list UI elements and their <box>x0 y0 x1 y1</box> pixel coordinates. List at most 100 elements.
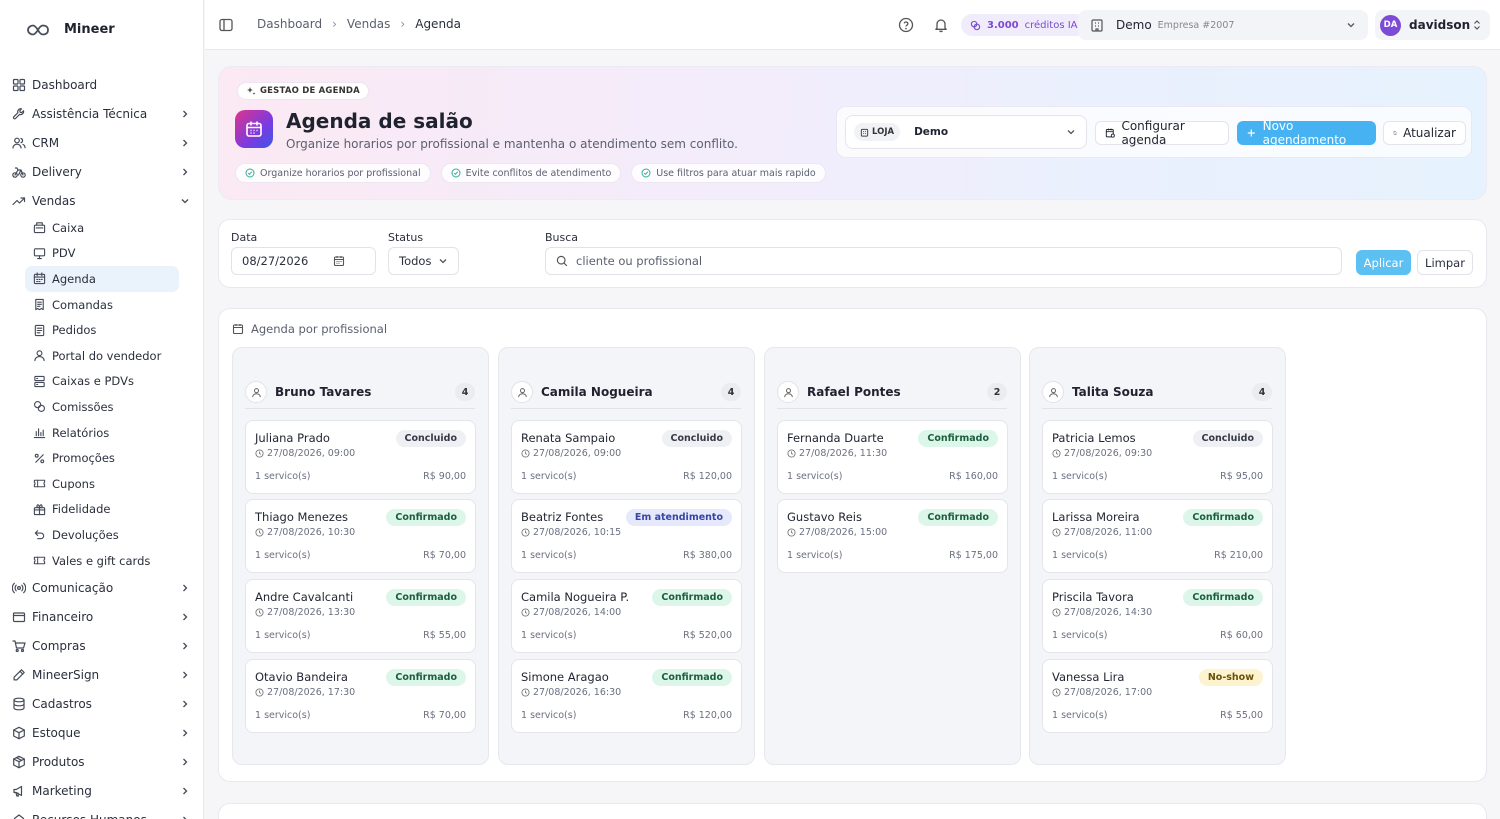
sidebar-nav: Dashboard Assistência Técnica CRM Delivery V… <box>0 70 203 819</box>
status-badge: Confirmado <box>1183 589 1263 606</box>
clear-button[interactable]: Limpar <box>1417 250 1473 275</box>
appointment-card[interactable]: Juliana Prado Concluido 27/08/2026, 09:00 1… <box>245 420 476 494</box>
bell-icon[interactable] <box>933 17 949 33</box>
sidebar-subitem-devolucoes[interactable]: Devoluções <box>25 522 179 548</box>
cart-icon <box>12 640 26 652</box>
status-badge: Confirmado <box>1183 509 1263 526</box>
sidebar-subitem-label: Promoções <box>52 451 115 466</box>
sidebar-item-financeiro[interactable]: Financeiro <box>0 602 203 631</box>
breadcrumb-dashboard[interactable]: Dashboard <box>257 17 322 31</box>
appointment-card[interactable]: Simone Aragao Confirmado 27/08/2026, 16:30… <box>511 659 742 733</box>
search-input[interactable]: cliente ou profissional <box>545 247 1342 275</box>
sidebar-item-label: Recursos Humanos <box>32 813 180 819</box>
sidebar-subitem-vales-e-gift-cards[interactable]: Vales e gift cards <box>25 548 179 574</box>
status-select[interactable]: Todos <box>388 247 459 275</box>
appointment-price: R$ 160,00 <box>949 471 998 482</box>
user-icon <box>34 350 45 362</box>
sidebar-item-crm[interactable]: CRM <box>0 128 203 157</box>
credits-label: créditos IA <box>1024 19 1078 31</box>
user-icon <box>517 387 527 397</box>
clock-icon <box>255 528 264 537</box>
ai-credits-badge[interactable]: 3.000 créditos IA <box>961 14 1087 36</box>
new-appointment-button[interactable]: Novo agendamento <box>1237 119 1376 147</box>
sidebar-subitem-comissoes[interactable]: Comissões <box>25 394 179 420</box>
brand[interactable]: Mineer <box>26 22 115 37</box>
appointment-card[interactable]: Camila Nogueira P. Confirmado 27/08/2026, … <box>511 579 742 653</box>
apply-button[interactable]: Aplicar <box>1356 250 1411 275</box>
sidebar-subitem-label: Caixas e PDVs <box>52 374 134 389</box>
appointment-price: R$ 55,00 <box>423 630 466 641</box>
sidebar-item-vendas[interactable]: Vendas <box>0 186 203 215</box>
appointment-card[interactable]: Patricia Lemos Concluido 27/08/2026, 09:30… <box>1042 420 1273 494</box>
sidebar-item-marketing[interactable]: Marketing <box>0 776 203 805</box>
sidebar-item-mineersign[interactable]: MineerSign <box>0 660 203 689</box>
appointment-card[interactable]: Renata Sampaio Concluido 27/08/2026, 09:00… <box>511 420 742 494</box>
sidebar-subitem-pdv[interactable]: PDV <box>25 241 179 267</box>
appointment-card[interactable]: Vanessa Lira No-show 27/08/2026, 17:00 1 se… <box>1042 659 1273 733</box>
sidebar-subitem-caixas-e-pdvs[interactable]: Caixas e PDVs <box>25 369 179 395</box>
file-list-icon <box>34 324 45 336</box>
sidebar-subitem-pedidos[interactable]: Pedidos <box>25 317 179 343</box>
professional-name: Rafael Pontes <box>807 385 901 399</box>
chevron-down-icon <box>1067 130 1075 135</box>
appointment-card[interactable]: Otavio Bandeira Confirmado 27/08/2026, 17:… <box>245 659 476 733</box>
services-count: 1 servico(s) <box>787 471 843 482</box>
calendar-icon <box>33 272 46 285</box>
breadcrumb-vendas[interactable]: Vendas <box>347 17 391 31</box>
sidebar-subitem-caixa[interactable]: Caixa <box>25 215 179 241</box>
sidebar-item-comunicacao[interactable]: Comunicação <box>0 573 203 602</box>
appointment-card[interactable]: Beatriz Fontes Em atendimento 27/08/2026, … <box>511 499 742 573</box>
appointment-card[interactable]: Thiago Menezes Confirmado 27/08/2026, 10:3… <box>245 499 476 573</box>
appointment-time: 27/08/2026, 10:30 <box>255 527 355 538</box>
sidebar-subitem-relatorios[interactable]: Relatórios <box>25 420 179 446</box>
refresh-icon <box>1393 131 1397 135</box>
help-icon[interactable] <box>898 17 914 33</box>
sidebar-item-recursos-humanos[interactable]: Recursos Humanos <box>0 805 203 819</box>
sidebar-subitem-label: Portal do vendedor <box>52 348 162 363</box>
bike-icon <box>12 166 26 178</box>
user-menu[interactable]: DA davidson <box>1375 10 1490 40</box>
users-icon <box>12 137 26 149</box>
page-subtitle: Organize horarios por profissional e man… <box>286 137 738 151</box>
appointment-card[interactable]: Priscila Tavora Confirmado 27/08/2026, 14:… <box>1042 579 1273 653</box>
sidebar-subitem-fidelidade[interactable]: Fidelidade <box>25 497 179 523</box>
refresh-button[interactable]: Atualizar <box>1383 121 1466 145</box>
sidebar-item-estoque[interactable]: Estoque <box>0 718 203 747</box>
sidebar-item-dashboard[interactable]: Dashboard <box>0 70 203 99</box>
calendar-icon[interactable] <box>333 255 345 267</box>
sidebar-item-compras[interactable]: Compras <box>0 631 203 660</box>
appointment-price: R$ 95,00 <box>1220 471 1263 482</box>
chevron-right-icon <box>183 110 188 117</box>
status-badge: Confirmado <box>652 669 732 686</box>
appointment-price: R$ 380,00 <box>683 550 732 561</box>
sidebar-toggle-icon[interactable] <box>219 18 233 32</box>
appointment-card[interactable]: Fernanda Duarte Confirmado 27/08/2026, 11:… <box>777 420 1008 494</box>
appointment-card[interactable]: Larissa Moreira Confirmado 27/08/2026, 11:… <box>1042 499 1273 573</box>
sidebar-subitem-agenda[interactable]: Agenda <box>25 266 179 292</box>
breadcrumb-current: Agenda <box>415 17 462 31</box>
sidebar-item-cadastros[interactable]: Cadastros <box>0 689 203 718</box>
appointment-card[interactable]: Gustavo Reis Confirmado 27/08/2026, 15:00 1… <box>777 499 1008 573</box>
chevron-right-icon <box>183 729 188 737</box>
sidebar-subitem-cupons[interactable]: Cupons <box>25 471 179 497</box>
configure-agenda-label: Configurar agenda <box>1121 119 1185 147</box>
appointment-card[interactable]: Andre Cavalcanti Confirmado 27/08/2026, 13… <box>245 579 476 653</box>
store-select[interactable]: LOJA Demo <box>845 115 1087 149</box>
sidebar-subitem-label: Relatórios <box>52 425 110 440</box>
sidebar-subitem-portal-do-vendedor[interactable]: Portal do vendedor <box>25 343 179 369</box>
sidebar-item-assistencia-tecnica[interactable]: Assistência Técnica <box>0 99 203 128</box>
sidebar-item-produtos[interactable]: Produtos <box>0 747 203 776</box>
date-field[interactable]: 08/27/2026 <box>231 247 376 275</box>
sidebar-subitem-promocoes[interactable]: Promoções <box>25 445 179 471</box>
company-selector[interactable]: Demo Empresa #2007 <box>1078 10 1368 40</box>
sidebar-item-delivery[interactable]: Delivery <box>0 157 203 186</box>
appointment-time: 27/08/2026, 17:30 <box>255 687 355 698</box>
status-badge: Confirmado <box>918 509 998 526</box>
sidebar-subitem-comandas[interactable]: Comandas <box>25 292 179 318</box>
configure-agenda-button[interactable]: Configurar agenda <box>1095 119 1229 147</box>
undo-icon <box>34 530 45 540</box>
clock-icon <box>1052 449 1061 458</box>
hint-chip-label: Organize horarios por profissional <box>260 167 421 179</box>
section-tag: GESTAO DE AGENDA <box>237 82 369 100</box>
check-circle-icon <box>451 168 461 178</box>
